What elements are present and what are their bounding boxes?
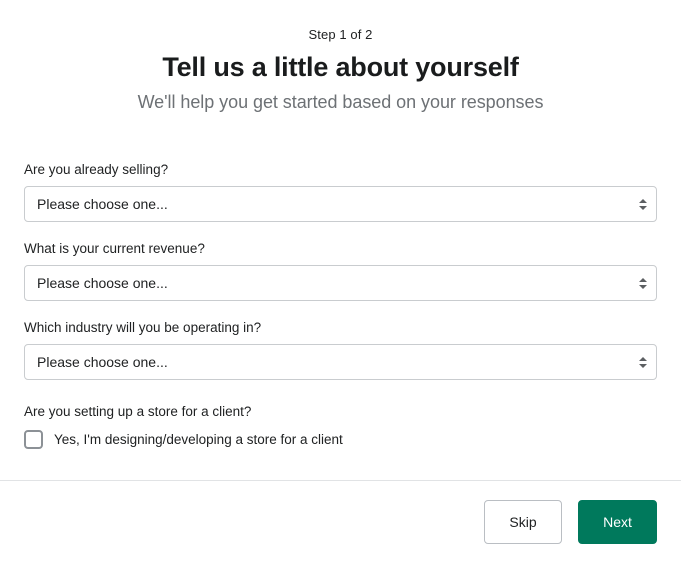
checkbox-label-client-store: Yes, I'm designing/developing a store fo… xyxy=(54,432,343,447)
page-subtitle: We'll help you get started based on your… xyxy=(137,92,544,112)
select-current-revenue-value: Please choose one... xyxy=(37,275,168,291)
select-already-selling-value: Please choose one... xyxy=(37,196,168,212)
select-industry-value: Please choose one... xyxy=(37,354,168,370)
chevron-down-icon xyxy=(639,363,647,368)
step-indicator: Step 1 of 2 xyxy=(308,27,373,42)
checkbox-client-store[interactable] xyxy=(24,430,43,449)
field-label-current-revenue: What is your current revenue? xyxy=(24,241,205,256)
page-footer: Skip Next xyxy=(0,481,681,563)
field-group-industry: Which industry will you be operating in?… xyxy=(24,318,657,380)
stepper-arrows-icon xyxy=(630,266,656,300)
onboarding-page: Step 1 of 2 Tell us a little about yours… xyxy=(0,0,681,563)
page-header: Step 1 of 2 Tell us a little about yours… xyxy=(0,0,681,114)
field-group-current-revenue: What is your current revenue? Please cho… xyxy=(24,239,657,301)
select-current-revenue[interactable]: Please choose one... xyxy=(24,265,657,301)
chevron-down-icon xyxy=(639,205,647,210)
field-group-client-store: Are you setting up a store for a client?… xyxy=(24,402,657,449)
chevron-up-icon xyxy=(639,198,647,203)
chevron-up-icon xyxy=(639,356,647,361)
select-already-selling[interactable]: Please choose one... xyxy=(24,186,657,222)
stepper-arrows-icon xyxy=(630,345,656,379)
page-title: Tell us a little about yourself xyxy=(162,52,519,82)
chevron-up-icon xyxy=(639,277,647,282)
field-label-already-selling: Are you already selling? xyxy=(24,162,169,177)
stepper-arrows-icon xyxy=(630,187,656,221)
onboarding-form: Are you already selling? Please choose o… xyxy=(0,160,681,450)
next-button[interactable]: Next xyxy=(578,500,657,544)
select-industry[interactable]: Please choose one... xyxy=(24,344,657,380)
field-label-client-store: Are you setting up a store for a client? xyxy=(24,404,252,419)
skip-button[interactable]: Skip xyxy=(484,500,562,544)
field-group-already-selling: Are you already selling? Please choose o… xyxy=(24,160,657,222)
checkbox-row-client-store[interactable]: Yes, I'm designing/developing a store fo… xyxy=(24,430,657,449)
chevron-down-icon xyxy=(639,284,647,289)
field-label-industry: Which industry will you be operating in? xyxy=(24,320,262,335)
